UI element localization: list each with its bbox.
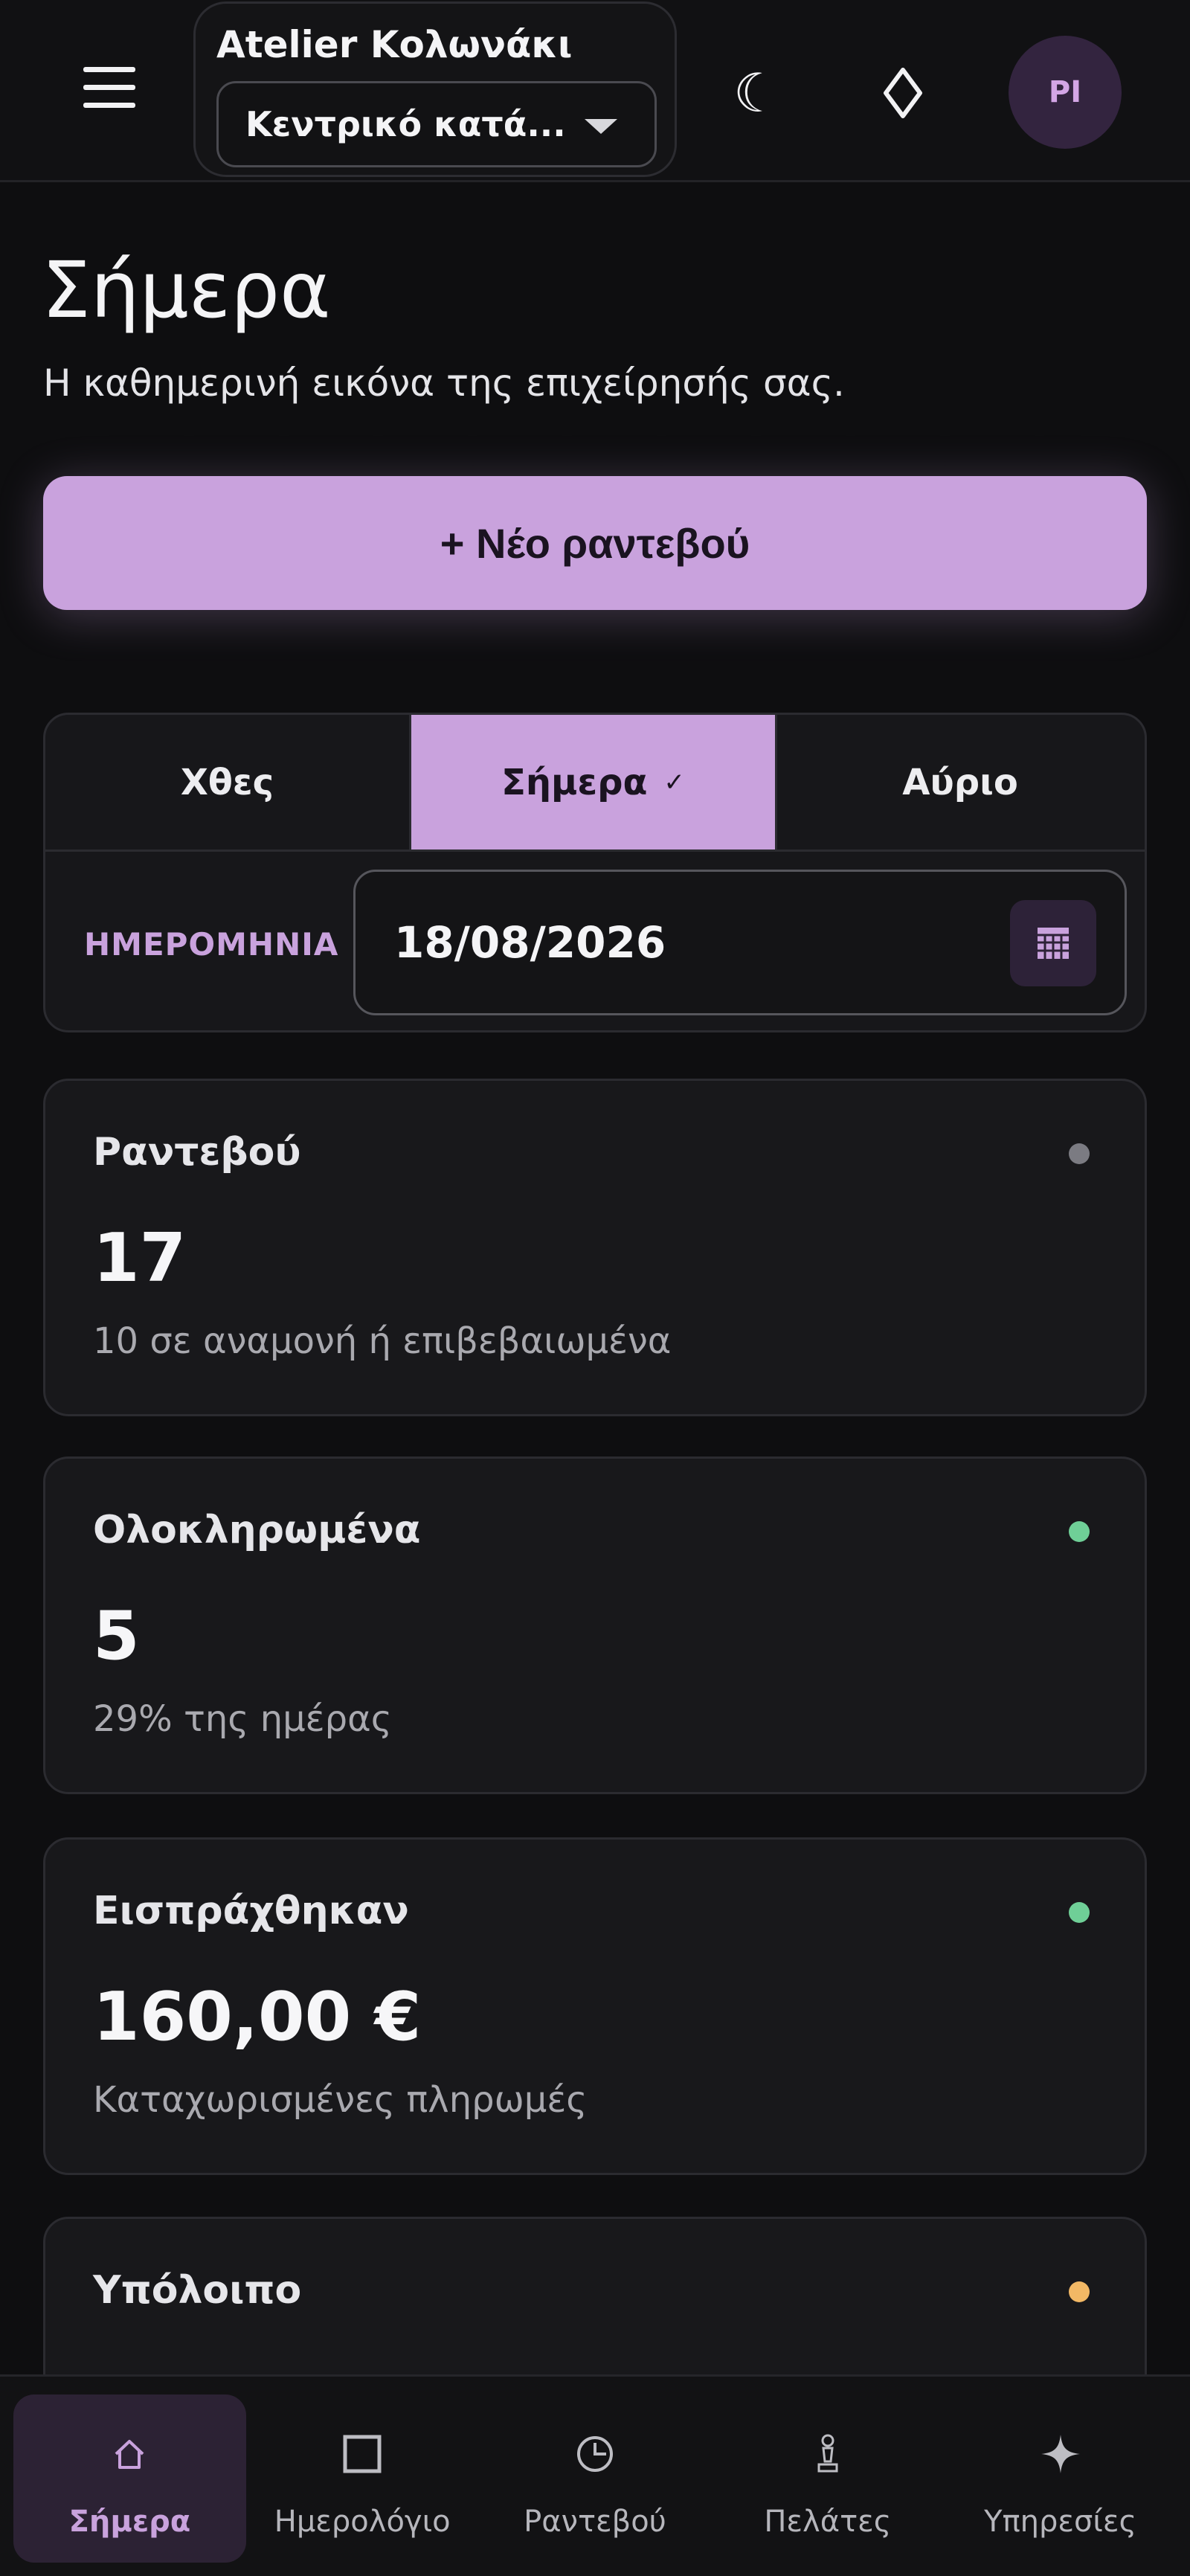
tab-label: Χθες — [180, 761, 274, 803]
stat-value: 160,00 € — [93, 1978, 422, 2056]
nav-item-today[interactable]: Σήμερα — [13, 2394, 246, 2563]
stat-subtext: Καταχωρισμένες πληρωμές — [93, 2079, 588, 2121]
nav-item-label: Υπηρεσίες — [984, 2505, 1137, 2539]
home-icon — [113, 2409, 146, 2499]
branch-select[interactable]: Κεντρικό κατά... — [216, 81, 657, 167]
stat-card-appointments: Ραντεβού 17 10 σε αναμονή ή επιβεβαιωμέν… — [43, 1079, 1147, 1416]
calendar-square-icon — [343, 2409, 382, 2499]
nav-item-label: Ραντεβού — [524, 2505, 666, 2539]
stat-label: Ραντεβού — [93, 1130, 301, 1175]
moon-icon[interactable]: ☾ — [720, 52, 794, 134]
nav-item-services[interactable]: Υπηρεσίες — [944, 2394, 1177, 2563]
top-header: Atelier Κολωνάκι Κεντρικό κατά... ☾ PI — [0, 0, 1190, 182]
person-icon — [813, 2409, 843, 2499]
menu-icon[interactable] — [83, 67, 135, 115]
check-icon: ✓ — [663, 767, 685, 797]
diamond-icon[interactable] — [866, 52, 940, 134]
business-switcher: Atelier Κολωνάκι Κεντρικό κατά... — [193, 1, 677, 177]
nav-item-label: Πελάτες — [764, 2505, 892, 2539]
diamond-shape — [884, 68, 922, 118]
tab-tomorrow[interactable]: Αύριο — [777, 715, 1143, 849]
stat-subtext: 10 σε αναμονή ή επιβεβαιωμένα — [93, 1320, 672, 1362]
date-label: ΗΜΕΡΟΜΗΝΙΑ — [84, 926, 339, 963]
status-dot — [1069, 1521, 1090, 1542]
branch-select-value: Κεντρικό κατά... — [245, 104, 566, 144]
calendar-grid-icon — [1038, 928, 1069, 959]
status-dot — [1069, 1143, 1090, 1164]
stat-value: 17 — [93, 1219, 187, 1297]
page-title: Σήμερα — [42, 245, 331, 335]
chevron-down-icon — [585, 119, 617, 134]
calendar-picker-button[interactable] — [1010, 900, 1096, 986]
tab-today[interactable]: Σήμερα ✓ — [411, 715, 777, 849]
status-dot — [1069, 2281, 1090, 2302]
stat-card-completed: Ολοκληρωμένα 5 29% της ημέρας — [43, 1456, 1147, 1794]
nav-item-label: Σήμερα — [68, 2505, 191, 2539]
stat-card-collected: Εισπράχθηκαν 160,00 € Καταχωρισμένες πλη… — [43, 1837, 1147, 2175]
stat-value: 5 — [93, 1597, 140, 1675]
day-tabs: Χθες Σήμερα ✓ Αύριο — [45, 715, 1145, 852]
nav-item-clients[interactable]: Πελάτες — [711, 2394, 944, 2563]
status-dot — [1069, 1902, 1090, 1923]
nav-item-appointments[interactable]: Ραντεβού — [479, 2394, 712, 2563]
nav-item-calendar[interactable]: Ημερολόγιο — [246, 2394, 479, 2563]
date-value: 18/08/2026 — [394, 917, 666, 968]
tab-label: Αύριο — [902, 761, 1018, 803]
stat-label: Υπόλοιπο — [93, 2268, 302, 2313]
tab-label: Σήμερα — [501, 761, 648, 803]
date-selector-card: Χθες Σήμερα ✓ Αύριο ΗΜΕΡΟΜΗΝΙΑ 18/08/202… — [43, 713, 1147, 1032]
sparkle-icon — [1040, 2409, 1081, 2499]
nav-item-label: Ημερολόγιο — [274, 2505, 451, 2539]
page-subtitle: Η καθημερινή εικόνα της επιχείρησής σας. — [43, 362, 845, 405]
stat-label: Εισπράχθηκαν — [93, 1889, 409, 1933]
business-name: Atelier Κολωνάκι — [216, 23, 573, 66]
stat-subtext: 29% της ημέρας — [93, 1698, 392, 1740]
stat-label: Ολοκληρωμένα — [93, 1508, 421, 1552]
avatar[interactable]: PI — [1009, 36, 1122, 149]
new-appointment-button[interactable]: + Νέο ραντεβού — [43, 476, 1147, 610]
tab-yesterday[interactable]: Χθες — [45, 715, 411, 849]
app-screen: Atelier Κολωνάκι Κεντρικό κατά... ☾ PI Σ… — [0, 0, 1190, 2576]
clock-icon — [575, 2409, 615, 2499]
bottom-nav: Σήμερα Ημερολόγιο Ραντεβού Πελάτες Υπηρε… — [0, 2374, 1190, 2576]
date-input[interactable]: 18/08/2026 — [353, 870, 1127, 1015]
